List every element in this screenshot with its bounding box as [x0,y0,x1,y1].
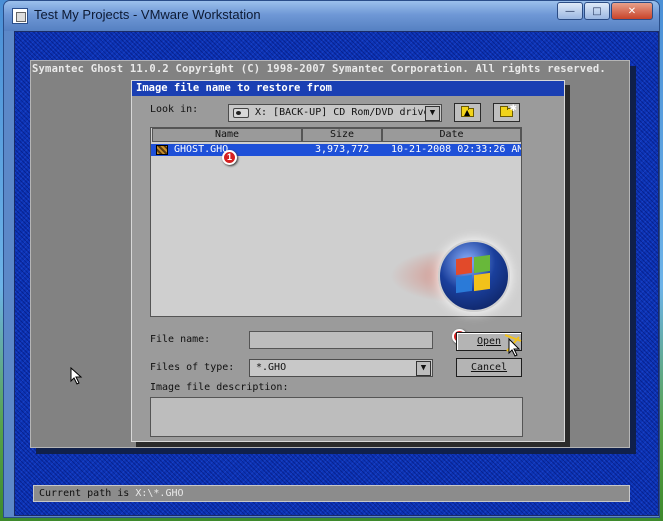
file-row[interactable]: GHOST.GHO 3,973,772 10-21-2008 02:33:26 … [151,144,521,156]
file-size-cell: 3,973,772 [315,144,370,155]
ghost-copyright-header: Symantec Ghost 11.0.2 Copyright (C) 1998… [32,63,606,75]
files-of-type-value: *.GHO [256,362,287,373]
maximize-button[interactable]: □ [584,2,610,20]
look-in-value: X: [BACK-UP] CD Rom/DVD drive [255,107,430,118]
vmware-app-icon [12,8,28,24]
up-one-level-button[interactable]: ▲ [454,103,481,122]
image-description-label: Image file description: [150,382,289,393]
image-description-field[interactable] [150,397,523,437]
look-in-label: Look in: [150,104,199,115]
step-1-badge: 1 [222,150,237,165]
minimize-button[interactable]: — [557,2,583,20]
files-of-type-label: Files of type: [150,362,235,373]
windows-flag-icon [456,254,492,294]
cd-drive-icon [233,108,249,118]
cancel-button[interactable]: Cancel [456,358,522,377]
ghost-image-file-icon [156,145,168,155]
click-cursor-icon [504,334,522,357]
file-name-input[interactable] [249,331,433,349]
close-button[interactable]: ✕ [611,2,653,20]
status-bar: Current path is X:\*.GHO [33,485,630,502]
chevron-down-icon[interactable]: ▼ [416,361,431,376]
column-header-name[interactable]: Name [152,128,302,142]
column-header-size[interactable]: Size [302,128,382,142]
file-name-label: File name: [150,334,211,345]
sparkle-icon: ✱ [509,104,517,114]
status-path: X:\*.GHO [135,488,184,499]
chevron-down-icon[interactable]: ▼ [425,106,440,121]
new-folder-button[interactable]: ✱ [493,103,520,122]
files-of-type-dropdown[interactable]: *.GHO ▼ [249,359,433,377]
file-name-cell: GHOST.GHO [174,144,229,155]
mouse-pointer-icon [70,367,83,385]
file-date-cell: 10-21-2008 02:33:26 AM [391,144,522,155]
up-arrow-icon: ▲ [464,108,471,117]
status-label: Current path is [39,488,130,499]
window-title: Test My Projects - VMware Workstation [34,7,261,22]
look-in-dropdown[interactable]: X: [BACK-UP] CD Rom/DVD drive ▼ [228,104,442,122]
window-titlebar[interactable]: Test My Projects - VMware Workstation — … [4,1,659,31]
dialog-title: Image file name to restore from [132,81,564,96]
column-header-date[interactable]: Date [382,128,521,142]
